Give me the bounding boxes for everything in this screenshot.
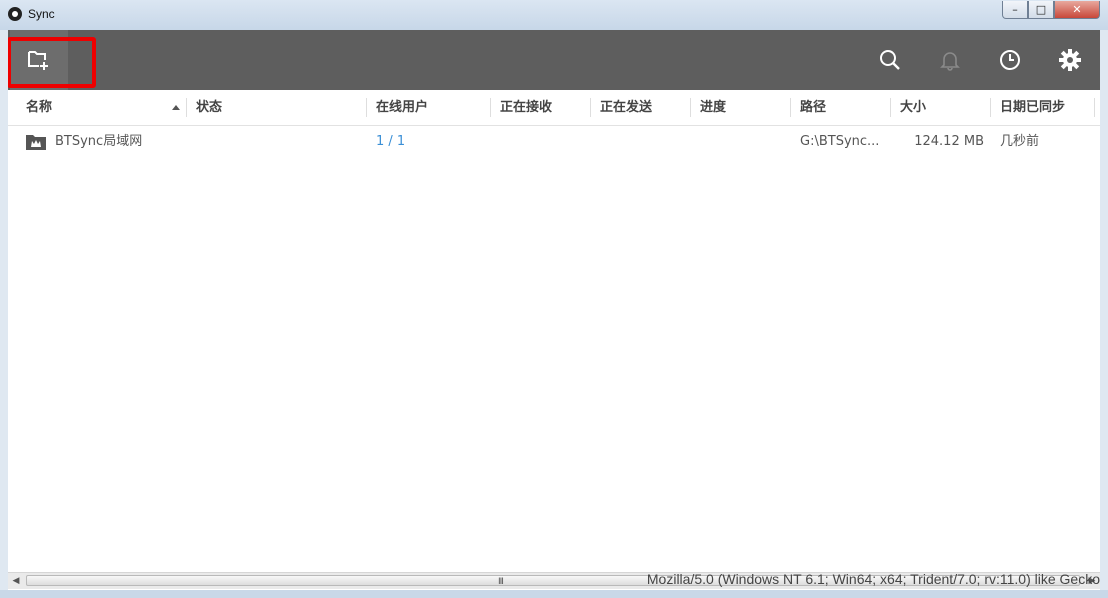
toolbar [8,30,1100,90]
column-separator [490,98,491,117]
window-titlebar[interactable]: Sync – □ ✕ [0,0,1108,30]
column-size[interactable]: 大小 [900,90,926,125]
clock-icon [1000,50,1020,70]
close-button[interactable]: ✕ [1054,1,1100,19]
column-sending[interactable]: 正在发送 [600,90,652,125]
search-icon [880,50,900,70]
column-path[interactable]: 路径 [800,90,826,125]
window-title: Sync [28,7,55,21]
online-users-link[interactable]: 1 / 1 [376,126,405,158]
column-receiving[interactable]: 正在接收 [500,90,552,125]
column-separator [990,98,991,117]
column-separator [590,98,591,117]
column-last-synced[interactable]: 日期已同步 [1000,90,1065,125]
column-separator [690,98,691,117]
column-separator [186,98,187,117]
gear-icon [1059,49,1081,71]
table-row[interactable]: BTSync局域网 1 / 1 G:\BTSync... 124.12 MB 几… [8,126,1100,158]
sort-ascending-icon [172,105,180,110]
column-progress[interactable]: 进度 [700,90,726,125]
table-header: 名称 状态 在线用户 正在接收 正在发送 进度 路径 大小 日期已同步 [8,90,1100,126]
column-online-users[interactable]: 在线用户 [376,90,428,125]
column-separator [890,98,891,117]
window-controls: – □ ✕ [1002,1,1100,19]
column-status[interactable]: 状态 [196,90,222,125]
window-frame-bottom [0,590,1108,598]
settings-button[interactable] [1058,48,1082,72]
folder-name[interactable]: BTSync局域网 [55,126,142,158]
column-separator [366,98,367,117]
user-agent-text: Mozilla/5.0 (Windows NT 6.1; Win64; x64;… [646,571,1100,587]
scroll-left-arrow-icon[interactable]: ◀ [8,573,24,589]
column-separator [1094,98,1095,117]
bell-icon [940,52,960,71]
sync-app-icon [8,7,22,21]
search-button[interactable] [878,48,902,72]
maximize-button[interactable]: □ [1028,1,1054,19]
minimize-button[interactable]: – [1002,1,1028,19]
history-button[interactable] [998,48,1022,72]
scroll-grip: III [498,577,504,587]
folder-last-synced: 几秒前 [1000,134,1040,149]
column-separator [790,98,791,117]
shared-folder-icon [26,135,46,150]
app-client-area: 名称 状态 在线用户 正在接收 正在发送 进度 路径 大小 日期已同步 BTSy… [8,30,1100,590]
highlight-annotation [8,37,96,88]
column-name[interactable]: 名称 [26,90,52,125]
folder-path: G:\BTSync... [800,134,880,149]
folder-size: 124.12 MB [914,134,984,149]
notifications-button[interactable] [938,48,962,72]
